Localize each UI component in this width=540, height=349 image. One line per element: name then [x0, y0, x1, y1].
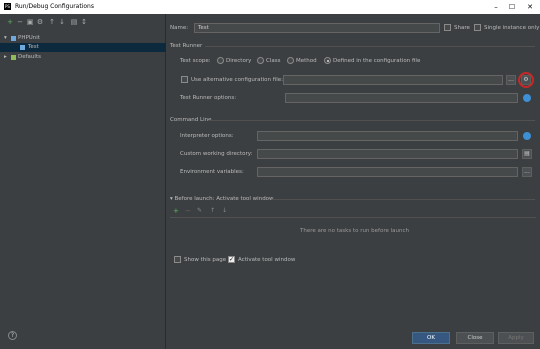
section-divider — [205, 46, 535, 47]
phpunit-icon — [11, 36, 16, 41]
ok-button[interactable]: OK — [412, 332, 450, 344]
remove-configuration-icon[interactable]: − — [16, 18, 24, 26]
help-icon[interactable]: ? — [8, 331, 17, 340]
alt-config-label: Use alternative configuration file: — [191, 77, 284, 83]
title-bar: PS Run/Debug Configurations – ☐ ✕ — [0, 0, 540, 14]
minimize-button[interactable]: – — [490, 2, 502, 12]
maximize-button[interactable]: ☐ — [506, 2, 518, 12]
single-instance-checkbox[interactable] — [474, 24, 481, 31]
sort-icon[interactable]: ↕ — [80, 18, 88, 26]
interpreter-options-input[interactable] — [257, 131, 518, 141]
name-input[interactable]: Test — [194, 23, 440, 33]
task-down-icon[interactable]: ↓ — [222, 207, 227, 214]
share-label: Share — [454, 25, 470, 31]
scope-class-radio[interactable] — [257, 57, 264, 64]
scope-method-radio[interactable] — [287, 57, 294, 64]
tree-item-phpunit[interactable]: ▾ PHPUnit — [0, 34, 166, 43]
scope-method-label: Method — [296, 58, 317, 64]
test-config-icon — [20, 45, 25, 50]
tree-item-test[interactable]: Test — [0, 43, 166, 52]
tree-item-label: Test — [28, 44, 39, 50]
activate-tool-label: Activate tool window — [238, 257, 296, 263]
custom-dir-browse-button[interactable]: ▤ — [522, 149, 532, 159]
env-vars-input[interactable] — [257, 167, 518, 177]
expand-arrow-icon[interactable]: ▾ — [4, 34, 7, 43]
interpreter-options-label: Interpreter options: — [180, 133, 234, 139]
scope-config-file-radio[interactable] — [324, 57, 331, 64]
test-runner-header: Test Runner — [170, 43, 203, 49]
window-title: Run/Debug Configurations — [15, 3, 94, 10]
tree-item-defaults[interactable]: ▸ Defaults — [0, 53, 166, 62]
tree-item-label: PHPUnit — [18, 35, 40, 41]
move-up-icon[interactable]: ↑ — [48, 18, 56, 26]
tree-item-label: Defaults — [18, 54, 41, 60]
copy-configuration-icon[interactable]: ▣ — [26, 18, 34, 26]
section-divider — [208, 120, 535, 121]
alt-config-checkbox[interactable] — [181, 76, 188, 83]
remove-task-icon[interactable]: − — [185, 207, 191, 215]
expand-field-icon[interactable] — [523, 94, 531, 102]
scope-config-file-label: Defined in the configuration file — [333, 58, 421, 64]
add-configuration-icon[interactable]: + — [6, 18, 14, 26]
alt-config-input[interactable] — [283, 75, 503, 85]
activate-tool-checkbox[interactable]: ✓ — [228, 256, 235, 263]
before-launch-label[interactable]: ▾ Before launch: Activate tool window — [170, 196, 274, 202]
scope-directory-label: Directory — [226, 58, 252, 64]
folder-icon[interactable]: ▤ — [70, 18, 78, 26]
defaults-icon — [11, 55, 16, 60]
no-tasks-text: There are no tasks to run before launch — [300, 228, 410, 234]
highlight-ring — [518, 72, 534, 88]
configurations-panel: + − ▣ ⚙ ↑ ↓ ▤ ↕ ▾ PHPUnit Test ▸ Default… — [0, 14, 166, 349]
alt-config-browse-button[interactable]: ... — [506, 75, 516, 85]
share-checkbox[interactable] — [444, 24, 451, 31]
show-page-label: Show this page — [184, 257, 227, 263]
collapse-arrow-icon[interactable]: ▸ — [4, 53, 7, 62]
scope-class-label: Class — [266, 58, 281, 64]
apply-button[interactable]: Apply — [498, 332, 534, 344]
name-label: Name: — [170, 25, 189, 31]
single-instance-label: Single instance only — [484, 25, 540, 31]
custom-dir-label: Custom working directory: — [180, 151, 253, 157]
runner-options-input[interactable] — [285, 93, 518, 103]
edit-defaults-icon[interactable]: ⚙ — [36, 18, 44, 26]
add-task-icon[interactable]: + — [173, 207, 179, 215]
section-divider — [272, 199, 535, 200]
runner-options-label: Test Runner options: — [180, 95, 237, 101]
edit-task-icon[interactable]: ✎ — [197, 207, 202, 214]
task-up-icon[interactable]: ↑ — [210, 207, 215, 214]
close-window-button[interactable]: ✕ — [524, 2, 536, 12]
test-scope-label: Test scope: — [180, 58, 211, 64]
scope-directory-radio[interactable] — [217, 57, 224, 64]
app-logo-icon: PS — [4, 3, 11, 10]
expand-field-icon[interactable] — [523, 132, 531, 140]
env-vars-label: Environment variables: — [180, 169, 244, 175]
custom-dir-input[interactable] — [257, 149, 518, 159]
move-down-icon[interactable]: ↓ — [58, 18, 66, 26]
show-page-checkbox[interactable] — [174, 256, 181, 263]
command-line-header: Command Line — [170, 117, 212, 123]
env-vars-edit-button[interactable]: ... — [522, 167, 532, 177]
close-button[interactable]: Close — [456, 332, 494, 344]
